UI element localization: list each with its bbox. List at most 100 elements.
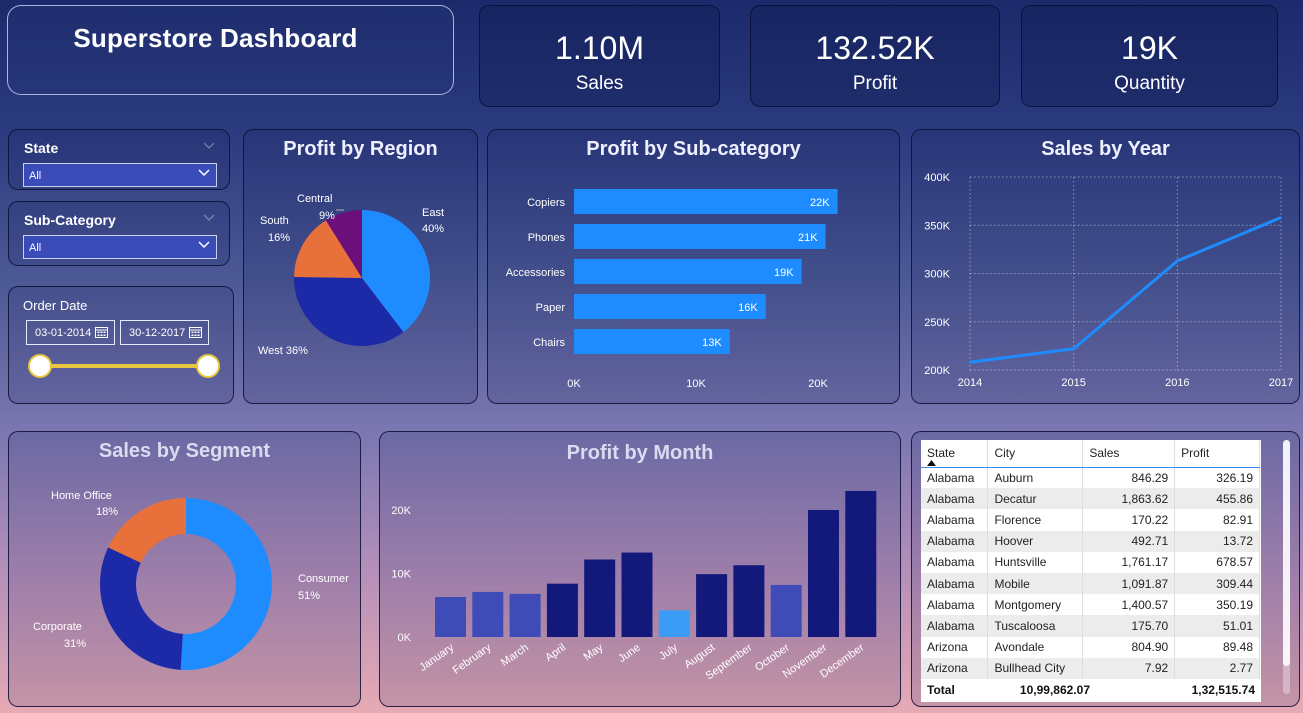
table-row[interactable]: Alabama Tuscaloosa 175.70 51.01 bbox=[921, 615, 1260, 637]
kpi-quantity-card: 19K Quantity bbox=[1021, 5, 1278, 107]
state-slicer-label: State bbox=[24, 140, 59, 156]
month-bar[interactable] bbox=[808, 510, 839, 637]
subcat-x-tick: 0K bbox=[567, 378, 581, 390]
end-date-input[interactable]: 30-12-2017 bbox=[120, 320, 209, 345]
month-bar[interactable] bbox=[658, 610, 690, 637]
column-header-city[interactable]: City bbox=[987, 440, 1084, 468]
chevron-down-icon[interactable] bbox=[203, 214, 215, 222]
cell-city: Huntsville bbox=[987, 551, 1084, 573]
table-row[interactable]: Alabama Florence 170.22 82.91 bbox=[921, 509, 1260, 531]
month-bar[interactable] bbox=[733, 565, 765, 637]
column-header-state-label: State bbox=[927, 446, 956, 461]
state-dropdown[interactable]: All bbox=[23, 163, 217, 187]
cell-city: Tuscaloosa bbox=[987, 615, 1084, 637]
month-bar[interactable] bbox=[770, 584, 802, 637]
cell-profit: 326.19 bbox=[1174, 467, 1260, 489]
start-date-input[interactable]: 03-01-2014 bbox=[26, 320, 115, 345]
chevron-down-icon bbox=[198, 241, 210, 249]
subcategory-dropdown[interactable]: All bbox=[23, 235, 217, 259]
column-header-sales[interactable]: Sales bbox=[1082, 440, 1176, 468]
cell-state: Alabama bbox=[921, 572, 989, 595]
month-x-tick: May bbox=[582, 641, 606, 663]
kpi-sales-label: Sales bbox=[575, 73, 624, 94]
month-bar[interactable] bbox=[546, 583, 578, 637]
cell-city: Bullhead City bbox=[987, 657, 1084, 679]
kpi-profit-label: Profit bbox=[852, 73, 898, 94]
subcat-value-label: 13K bbox=[702, 337, 722, 349]
month-y-tick: 0K bbox=[398, 632, 412, 644]
state-dropdown-value: All bbox=[29, 170, 42, 182]
cell-profit: 13.72 bbox=[1174, 530, 1260, 552]
month-bar[interactable] bbox=[472, 591, 504, 637]
kpi-sales-value: 1.10M bbox=[555, 30, 644, 66]
cell-state: Alabama bbox=[921, 509, 989, 531]
donut-pct-corporate: 31% bbox=[64, 638, 86, 650]
cell-sales: 7.92 bbox=[1082, 657, 1176, 679]
table-row[interactable]: Alabama Montgomery 1,400.57 350.19 bbox=[921, 594, 1260, 616]
table-row[interactable]: Alabama Auburn 846.29 326.19 bbox=[921, 467, 1260, 489]
pie-label-west: West 36% bbox=[258, 345, 308, 357]
kpi-profit-value: 132.52K bbox=[815, 30, 935, 66]
subcat-bar[interactable] bbox=[574, 224, 826, 249]
subcat-bar[interactable] bbox=[574, 259, 802, 284]
sales-table[interactable]: State City Sales Profit Alabama Auburn 846… bbox=[921, 440, 1261, 702]
subcat-category-label: Accessories bbox=[506, 267, 566, 279]
cell-state: Alabama bbox=[921, 488, 989, 510]
table-total-row: Total 10,99,862.07 1,32,515.74 bbox=[921, 680, 1261, 700]
order-date-label: Order Date bbox=[23, 298, 88, 313]
year-y-tick: 250K bbox=[924, 317, 950, 329]
column-header-profit[interactable]: Profit bbox=[1174, 440, 1260, 468]
cell-state: Alabama bbox=[921, 594, 989, 616]
table-row[interactable]: Alabama Mobile 1,091.87 309.44 bbox=[921, 572, 1260, 595]
table-row[interactable]: Arizona Avondale 804.90 89.48 bbox=[921, 636, 1260, 658]
segment-slice-consumer[interactable] bbox=[180, 498, 273, 670]
subcategory-slicer: Sub-Category All bbox=[8, 201, 230, 266]
profit-by-region-chart: Central 9% South 16% East 40% West 36% bbox=[258, 193, 444, 357]
slider-end-handle[interactable] bbox=[196, 354, 220, 378]
column-header-state[interactable]: State bbox=[921, 440, 989, 468]
subcat-bar[interactable] bbox=[574, 294, 766, 319]
month-bar[interactable] bbox=[621, 552, 653, 637]
table-header-row: State City Sales Profit bbox=[921, 440, 1260, 468]
month-bar[interactable] bbox=[845, 490, 877, 637]
cell-state: Alabama bbox=[921, 530, 989, 552]
table-row[interactable]: Arizona Bullhead City 7.92 2.77 bbox=[921, 657, 1260, 679]
calendar-icon[interactable] bbox=[95, 326, 108, 338]
cell-city: Avondale bbox=[987, 636, 1084, 658]
cell-sales: 1,091.87 bbox=[1082, 572, 1176, 595]
kpi-quantity-value: 19K bbox=[1121, 30, 1178, 66]
table-scrollbar-thumb[interactable] bbox=[1283, 440, 1290, 666]
chevron-down-icon[interactable] bbox=[203, 142, 215, 150]
cell-sales: 1,863.62 bbox=[1082, 488, 1176, 510]
year-y-tick: 350K bbox=[924, 220, 950, 232]
subcat-x-tick: 20K bbox=[808, 378, 828, 390]
month-bar[interactable] bbox=[509, 593, 541, 637]
table-row[interactable]: Alabama Hoover 492.71 13.72 bbox=[921, 530, 1260, 552]
segment-slice-corporate[interactable] bbox=[100, 547, 183, 670]
donut-pct-home-office: 18% bbox=[96, 506, 118, 518]
year-x-tick: 2017 bbox=[1269, 377, 1293, 389]
cell-state: Alabama bbox=[921, 551, 989, 573]
month-bar[interactable] bbox=[584, 559, 616, 637]
cell-sales: 804.90 bbox=[1082, 636, 1176, 658]
sales-by-segment-panel: Sales by Segment Home Office 18% Consume… bbox=[8, 431, 361, 707]
table-row[interactable]: Alabama Decatur 1,863.62 455.86 bbox=[921, 488, 1260, 510]
dashboard-title: Superstore Dashboard bbox=[73, 23, 358, 53]
cell-sales: 492.71 bbox=[1082, 530, 1176, 552]
state-slicer: State All bbox=[8, 129, 230, 190]
slider-start-handle[interactable] bbox=[28, 354, 52, 378]
pie-label-south: South bbox=[260, 215, 289, 227]
month-bar[interactable] bbox=[696, 574, 728, 637]
year-y-tick: 400K bbox=[924, 172, 950, 184]
month-bar[interactable] bbox=[435, 596, 466, 637]
subcat-bar[interactable] bbox=[574, 189, 838, 214]
table-row[interactable]: Alabama Huntsville 1,761.17 678.57 bbox=[921, 551, 1260, 573]
month-x-tick: April bbox=[543, 642, 568, 664]
profit-by-month-chart: 20K 10K 0K JanuaryFebruary March April May June… bbox=[391, 490, 877, 682]
calendar-icon[interactable] bbox=[189, 326, 202, 338]
total-profit: 1,32,515.74 bbox=[1191, 683, 1255, 697]
date-range-slider[interactable] bbox=[27, 351, 223, 381]
sales-year-line[interactable] bbox=[969, 216, 1282, 364]
cell-sales: 1,400.57 bbox=[1082, 594, 1176, 616]
kpi-profit-card: 132.52K Profit bbox=[750, 5, 1000, 107]
